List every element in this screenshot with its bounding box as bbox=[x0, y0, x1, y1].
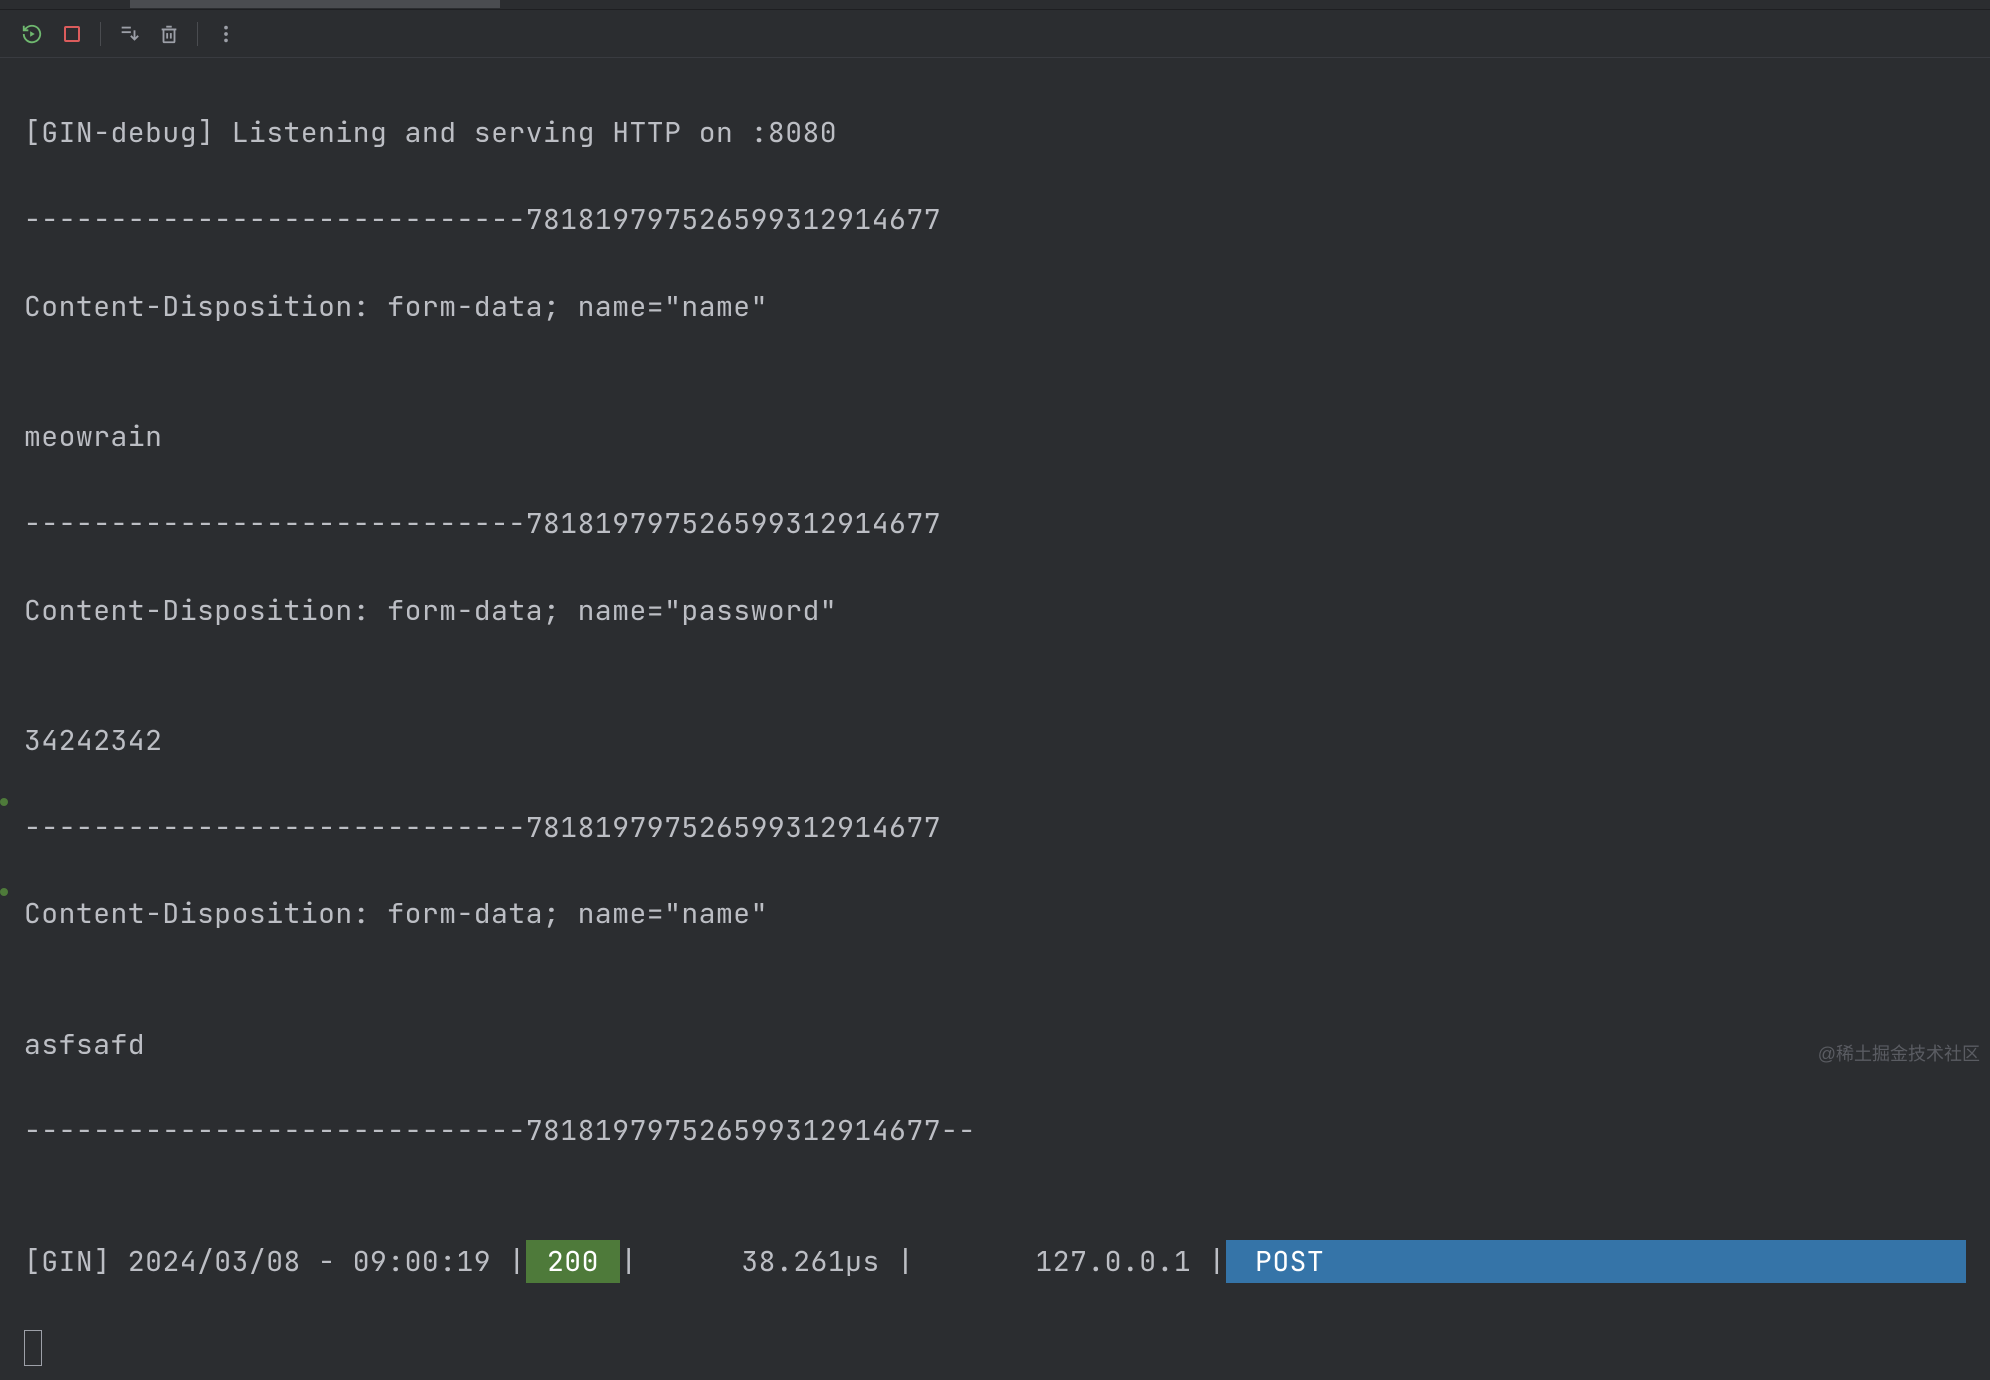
watermark: @稀土掘金技术社区 bbox=[1818, 1040, 1980, 1066]
clear-all-icon[interactable] bbox=[157, 22, 181, 46]
console-line: meowrain bbox=[24, 415, 1966, 458]
console-line: Content-Disposition: form-data; name="pa… bbox=[24, 589, 1966, 632]
console-line: -----------------------------78181979752… bbox=[24, 1109, 1966, 1152]
toolbar-divider bbox=[100, 22, 101, 46]
console-output[interactable]: [GIN-debug] Listening and serving HTTP o… bbox=[0, 58, 1990, 1380]
more-icon[interactable] bbox=[214, 22, 238, 46]
gin-log-timing: | 38.261µs | 127.0.0.1 | bbox=[620, 1240, 1226, 1283]
console-line: asfsafd bbox=[24, 1023, 1966, 1066]
gutter-marker bbox=[0, 798, 8, 806]
scroll-to-end-icon[interactable] bbox=[117, 22, 141, 46]
active-tab-indicator bbox=[130, 0, 500, 8]
cursor bbox=[24, 1330, 42, 1366]
console-line: 34242342 bbox=[24, 719, 1966, 762]
rerun-icon[interactable] bbox=[20, 22, 44, 46]
tab-bar bbox=[0, 0, 1990, 10]
console-line: -----------------------------78181979752… bbox=[24, 806, 1966, 849]
console-line: -----------------------------78181979752… bbox=[24, 198, 1966, 241]
console-line: Content-Disposition: form-data; name="na… bbox=[24, 285, 1966, 328]
gin-log-prefix: [GIN] 2024/03/08 - 09:00:19 | bbox=[24, 1240, 526, 1283]
gutter-marker bbox=[0, 888, 8, 896]
method-badge: POST bbox=[1226, 1240, 1966, 1283]
run-toolbar bbox=[0, 10, 1990, 58]
stop-icon[interactable] bbox=[60, 22, 84, 46]
console-line: Content-Disposition: form-data; name="na… bbox=[24, 892, 1966, 935]
console-line: [GIN-debug] Listening and serving HTTP o… bbox=[24, 111, 1966, 154]
status-badge: 200 bbox=[526, 1240, 621, 1283]
gutter bbox=[0, 58, 10, 1130]
gin-request-log: [GIN] 2024/03/08 - 09:00:19 | 200 | 38.2… bbox=[24, 1240, 1966, 1283]
console-line: -----------------------------78181979752… bbox=[24, 502, 1966, 545]
toolbar-divider bbox=[197, 22, 198, 46]
